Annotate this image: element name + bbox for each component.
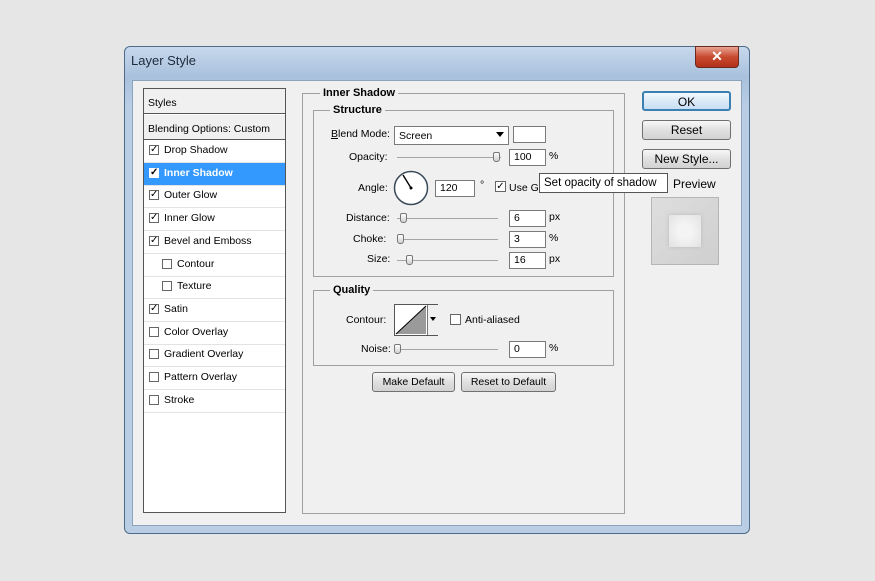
style-item-texture[interactable]: Texture (144, 276, 285, 300)
style-checkbox-pattern-overlay[interactable] (149, 372, 159, 382)
quality-legend: Quality (330, 284, 374, 296)
styles-header[interactable]: Styles (144, 89, 285, 114)
distance-label: Distance: (346, 212, 390, 224)
style-item-contour[interactable]: Contour (144, 254, 285, 277)
contour-curve-icon (395, 305, 427, 335)
distance-unit: px (549, 211, 561, 223)
style-item-drop-shadow[interactable]: ✓ Drop Shadow (144, 140, 285, 163)
size-label: Size: (367, 253, 391, 265)
anti-aliased-checkbox[interactable] (450, 314, 461, 325)
style-item-inner-glow[interactable]: ✓ Inner Glow (144, 208, 285, 232)
distance-input[interactable]: 6 (509, 210, 546, 227)
contour-dropdown-button[interactable] (427, 305, 438, 335)
angle-unit: ° (480, 179, 485, 191)
use-global-light-checkbox[interactable]: ✓ (495, 181, 506, 192)
blend-mode-select[interactable]: Screen (394, 126, 509, 145)
make-default-button[interactable]: Make Default (372, 372, 455, 392)
style-item-stroke[interactable]: Stroke (144, 390, 285, 413)
structure-legend: Structure (330, 104, 385, 116)
quality-group (313, 290, 614, 366)
close-icon: ✕ (711, 48, 723, 64)
style-checkbox-satin[interactable]: ✓ (149, 303, 159, 314)
shadow-color-swatch[interactable] (513, 126, 546, 143)
new-style-button[interactable]: New Style... (642, 149, 731, 169)
style-item-label: Outer Glow (164, 189, 218, 202)
style-checkbox-inner-shadow[interactable]: ✓ (149, 167, 159, 178)
noise-slider-track[interactable] (397, 349, 498, 350)
close-button[interactable]: ✕ (695, 46, 739, 68)
choke-input[interactable]: 3 (509, 231, 546, 248)
window-title: Layer Style (131, 53, 197, 68)
size-unit: px (549, 253, 561, 265)
opacity-label: Opacity: (349, 151, 388, 163)
noise-label: Noise: (361, 343, 391, 355)
use-global-light-label: Use Gl (509, 182, 542, 194)
reset-to-default-button[interactable]: Reset to Default (461, 372, 556, 392)
ok-button[interactable]: OK (642, 91, 731, 111)
panel-title: Inner Shadow (320, 87, 399, 99)
style-item-label: Color Overlay (164, 325, 229, 338)
choke-label: Choke: (353, 233, 387, 245)
blend-mode-label-text: lend Mode: (338, 128, 390, 140)
blending-options-item[interactable]: Blending Options: Custom (144, 115, 285, 140)
preview-label: Preview (673, 177, 716, 191)
style-item-label: Bevel and Emboss (164, 234, 252, 247)
opacity-slider-thumb[interactable] (493, 152, 500, 162)
style-checkbox-gradient-overlay[interactable] (149, 349, 159, 360)
style-item-label: Inner Shadow (164, 166, 233, 179)
style-item-satin[interactable]: ✓ Satin (144, 299, 285, 322)
noise-slider-thumb[interactable] (394, 344, 401, 354)
noise-unit: % (549, 342, 559, 354)
style-item-pattern-overlay[interactable]: Pattern Overlay (144, 367, 285, 390)
style-checkbox-texture[interactable] (162, 281, 172, 292)
contour-picker[interactable] (394, 304, 438, 336)
tooltip: Set opacity of shadow (539, 173, 668, 193)
style-item-label: Satin (164, 302, 188, 315)
style-item-bevel-and-emboss[interactable]: ✓ Bevel and Emboss (144, 231, 285, 254)
opacity-input[interactable]: 100 (509, 149, 546, 166)
angle-dial-icon (393, 170, 429, 206)
choke-unit: % (549, 232, 559, 244)
style-item-label: Inner Glow (164, 212, 215, 225)
style-item-gradient-overlay[interactable]: Gradient Overlay (144, 344, 285, 368)
style-checkbox-drop-shadow[interactable]: ✓ (149, 145, 159, 155)
noise-input[interactable]: 0 (509, 341, 546, 358)
style-item-label: Stroke (164, 393, 195, 406)
style-item-label: Drop Shadow (164, 144, 228, 156)
style-checkbox-color-overlay[interactable] (149, 326, 159, 337)
style-checkbox-outer-glow[interactable]: ✓ (149, 190, 159, 201)
style-item-inner-shadow[interactable]: ✓ Inner Shadow (144, 162, 285, 186)
style-item-label: Gradient Overlay (164, 348, 244, 361)
contour-label: Contour: (346, 314, 387, 326)
angle-label: Angle: (358, 182, 388, 194)
style-item-outer-glow[interactable]: ✓ Outer Glow (144, 185, 285, 209)
style-item-label: Texture (177, 280, 212, 293)
style-item-label: Pattern Overlay (164, 371, 237, 383)
style-checkbox-contour[interactable] (162, 258, 172, 269)
size-input[interactable]: 16 (509, 252, 546, 269)
preview-swatch (651, 197, 719, 265)
angle-dial[interactable] (393, 170, 429, 206)
blend-mode-value: Screen (399, 130, 433, 142)
choke-slider-thumb[interactable] (397, 234, 404, 244)
blend-mode-label: Blend Mode: (331, 128, 390, 140)
style-item-color-overlay[interactable]: Color Overlay (144, 322, 285, 345)
choke-slider-track[interactable] (397, 239, 498, 240)
opacity-slider-track[interactable] (397, 157, 501, 158)
reset-button[interactable]: Reset (642, 120, 731, 140)
preview-square (669, 215, 701, 247)
size-slider-thumb[interactable] (406, 255, 413, 265)
opacity-unit: % (549, 150, 559, 162)
anti-aliased-label: Anti-aliased (465, 314, 520, 326)
style-item-label: Contour (177, 257, 215, 270)
chevron-down-icon (430, 317, 436, 321)
style-checkbox-bevel-and-emboss[interactable]: ✓ (149, 235, 159, 246)
style-checkbox-stroke[interactable] (149, 394, 159, 405)
angle-input[interactable]: 120 (435, 180, 475, 197)
distance-slider-track[interactable] (397, 218, 498, 219)
style-checkbox-inner-glow[interactable]: ✓ (149, 213, 159, 224)
chevron-down-icon (496, 132, 504, 137)
distance-slider-thumb[interactable] (400, 213, 407, 223)
